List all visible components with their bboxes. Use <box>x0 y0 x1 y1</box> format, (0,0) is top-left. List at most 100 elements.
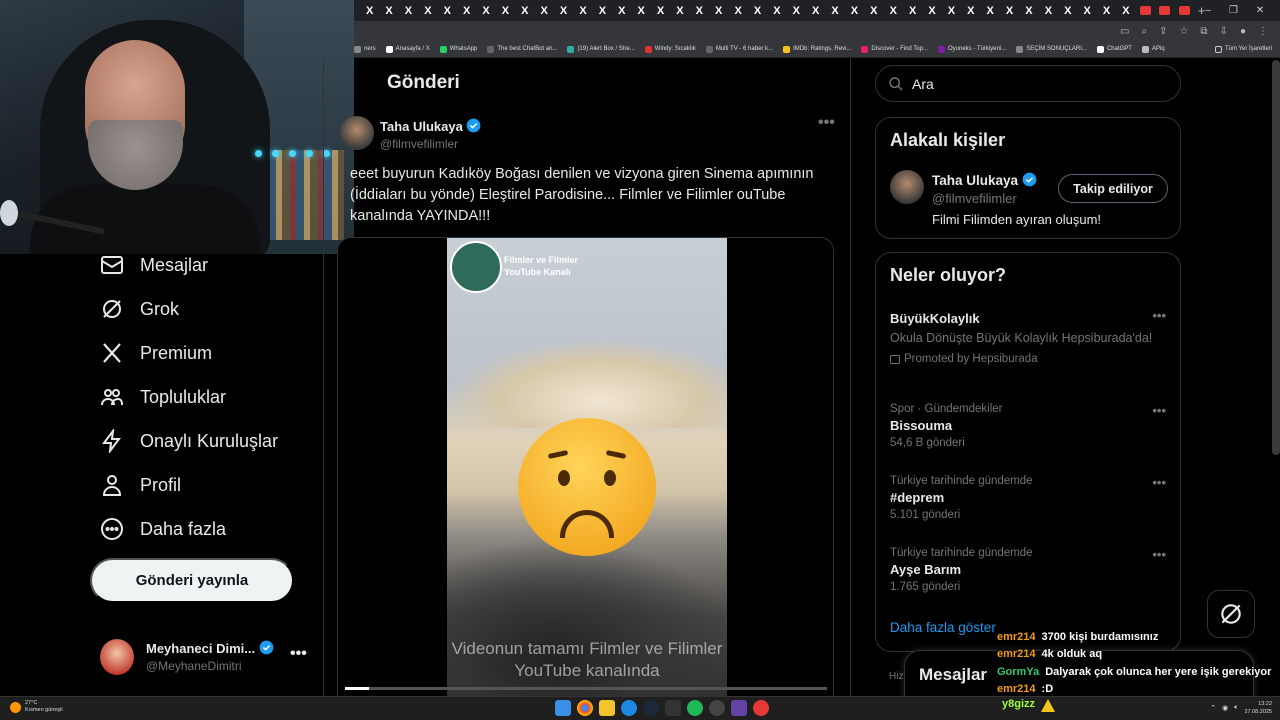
trend-item[interactable]: Spor · Gündemdekiler Bissouma 54,6 B gön… <box>890 403 1166 449</box>
sidebar-item-premium[interactable]: Premium <box>100 341 212 365</box>
sidebar-item-messages[interactable]: Mesajlar <box>100 253 208 277</box>
browser-tab[interactable]: X <box>360 0 379 21</box>
browser-tab[interactable]: X <box>631 0 650 21</box>
bookmark-item[interactable]: SEÇİM SONUÇLARI... <box>1016 45 1087 53</box>
browser-tab[interactable]: X <box>748 0 767 21</box>
steam-icon[interactable] <box>643 700 659 716</box>
post-button[interactable]: Gönderi yayınla <box>90 558 294 603</box>
youtube-tab[interactable] <box>1136 0 1155 21</box>
browser-tab[interactable]: X <box>981 0 1000 21</box>
browser-tab[interactable]: X <box>670 0 689 21</box>
search-box[interactable] <box>875 65 1181 102</box>
browser-tab[interactable]: X <box>864 0 883 21</box>
browser-tab[interactable]: X <box>942 0 961 21</box>
footer-link[interactable]: Hiz <box>889 671 903 682</box>
edge-icon[interactable] <box>621 700 637 716</box>
network-icon[interactable]: ◉ <box>1222 704 1228 712</box>
bookmark-star-icon[interactable]: ☆ <box>1179 26 1188 37</box>
up-arrow-icon[interactable]: ⌃ <box>1210 704 1216 712</box>
bookmark-item[interactable]: Oyuneks - Türkiyeni... <box>938 45 1006 53</box>
browser-tab[interactable]: X <box>457 0 476 21</box>
video-player[interactable]: Filmler ve Filmler YouTube Kanalı Videon… <box>447 238 727 719</box>
trend-item[interactable]: Türkiye tarihinde gündemde #deprem 5.101… <box>890 475 1166 521</box>
menu-icon[interactable]: ⋮ <box>1258 26 1268 37</box>
app-icon[interactable] <box>731 700 747 716</box>
browser-tab[interactable]: X <box>593 0 612 21</box>
account-switcher[interactable]: Meyhaneci Dimi... @MeyhaneDimitri ••• <box>100 637 310 679</box>
tweet-author-avatar[interactable] <box>340 116 374 150</box>
bookmark-item[interactable]: Multi TV - 6 haber k... <box>705 45 773 53</box>
minimize-button[interactable]: – <box>1205 5 1211 16</box>
bookmark-item[interactable]: ners <box>354 45 376 53</box>
chrome-icon[interactable] <box>577 700 593 716</box>
page-scrollbar[interactable] <box>1272 60 1280 455</box>
browser-tab[interactable]: X <box>1019 0 1038 21</box>
browser-tab[interactable]: X <box>476 0 495 21</box>
obs-icon[interactable] <box>709 700 725 716</box>
tweet-author-name[interactable]: Taha Ulukaya <box>380 118 481 134</box>
sidebar-item-grok[interactable]: Grok <box>100 297 179 321</box>
tweet-media[interactable]: Filmler ve Filmler YouTube Kanalı Videon… <box>337 237 834 720</box>
new-tab-button[interactable]: + <box>1198 3 1206 18</box>
avatar[interactable] <box>890 170 924 204</box>
browser-tab[interactable]: X <box>922 0 941 21</box>
bookmark-item[interactable]: WhatsApp <box>439 45 477 53</box>
browser-tab[interactable]: X <box>728 0 747 21</box>
spotify-icon[interactable] <box>687 700 703 716</box>
browser-tab[interactable]: X <box>903 0 922 21</box>
start-icon[interactable] <box>555 700 571 716</box>
account-more-icon[interactable]: ••• <box>290 645 307 663</box>
share-icon[interactable]: ⇪ <box>1159 26 1167 37</box>
browser-tab[interactable]: X <box>418 0 437 21</box>
volume-icon[interactable]: 🔈︎ <box>1234 704 1238 712</box>
browser-tab[interactable]: X <box>845 0 864 21</box>
all-bookmarks[interactable]: Tüm Yer İşaretleri <box>1214 45 1280 53</box>
bookmark-item[interactable]: ChatGPT <box>1096 45 1132 53</box>
search-input[interactable] <box>912 75 1152 92</box>
browser-tab[interactable]: X <box>1058 0 1077 21</box>
clock[interactable]: 13:22 27.08.2025 <box>1244 700 1272 716</box>
browser-tab[interactable]: X <box>1000 0 1019 21</box>
bookmark-item[interactable]: IMDb: Ratings, Revi... <box>783 45 851 53</box>
browser-tab[interactable]: X <box>1077 0 1096 21</box>
sidebar-item-profile[interactable]: Profil <box>100 473 181 497</box>
browser-tab[interactable]: X <box>961 0 980 21</box>
app-icon[interactable] <box>665 700 681 716</box>
browser-tab[interactable]: X <box>612 0 631 21</box>
tweet-author-handle[interactable]: @filmvefilimler <box>380 137 458 151</box>
bookmark-item[interactable]: APiq <box>1141 45 1165 53</box>
browser-tab[interactable]: X <box>438 0 457 21</box>
browser-tab[interactable]: X <box>651 0 670 21</box>
browser-tab[interactable]: X <box>709 0 728 21</box>
browser-tab[interactable]: X <box>554 0 573 21</box>
bookmark-item[interactable]: Discover - Find Top... <box>861 45 928 53</box>
extensions-icon[interactable]: ⧉ <box>1200 26 1207 37</box>
browser-tab[interactable]: X <box>806 0 825 21</box>
video-progress-bar[interactable] <box>345 687 827 690</box>
file-explorer-icon[interactable] <box>599 700 615 716</box>
browser-tab[interactable]: X <box>1116 0 1135 21</box>
browser-tab[interactable]: X <box>767 0 786 21</box>
sidebar-item-communities[interactable]: Topluluklar <box>100 385 226 409</box>
trend-item[interactable]: Türkiye tarihinde gündemde Ayşe Barım 1.… <box>890 547 1166 593</box>
trend-more-icon[interactable]: ••• <box>1152 403 1166 418</box>
chrome-alt-icon[interactable] <box>753 700 769 716</box>
youtube-tab[interactable] <box>1174 0 1193 21</box>
browser-tab[interactable]: X <box>379 0 398 21</box>
sidebar-item-verified-orgs[interactable]: Onaylı Kuruluşlar <box>100 429 278 453</box>
following-button[interactable]: Takip ediliyor <box>1058 174 1168 203</box>
relevant-person-name[interactable]: Taha Ulukaya <box>932 172 1037 188</box>
youtube-tab[interactable] <box>1155 0 1174 21</box>
browser-tab[interactable]: X <box>825 0 844 21</box>
weather-widget[interactable]: 27°C Kısmen güneşli <box>10 700 63 714</box>
maximize-button[interactable]: ❐ <box>1229 5 1238 16</box>
close-button[interactable]: ✕ <box>1256 5 1264 16</box>
browser-tab[interactable]: X <box>787 0 806 21</box>
browser-tab[interactable]: X <box>1097 0 1116 21</box>
browser-tab[interactable]: X <box>496 0 515 21</box>
bookmark-item[interactable]: Anasayfa / X <box>385 45 430 53</box>
bookmark-item[interactable]: The best ChatBot an... <box>487 45 557 53</box>
browser-tab[interactable]: X <box>399 0 418 21</box>
downloads-icon[interactable]: ⇩ <box>1220 26 1228 37</box>
zoom-icon[interactable]: ⌕ <box>1141 26 1147 37</box>
